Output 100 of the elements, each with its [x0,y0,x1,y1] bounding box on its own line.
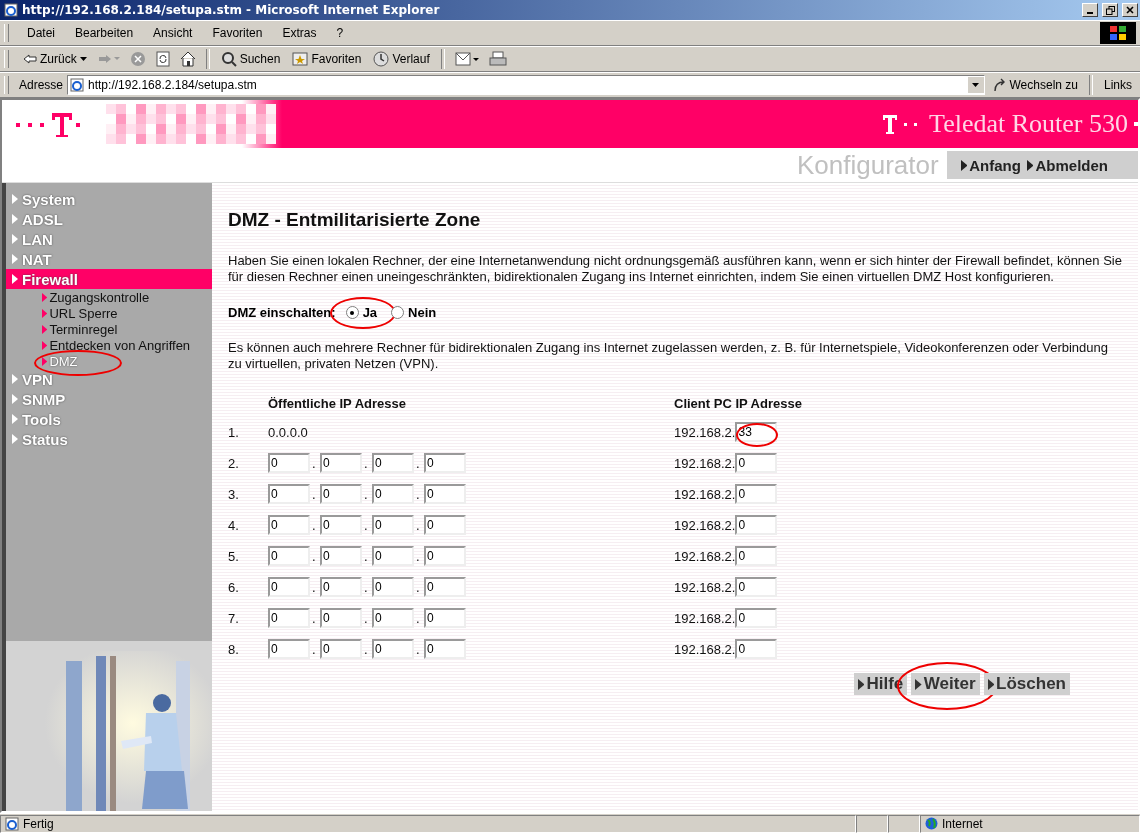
address-field[interactable]: http://192.168.2.184/setupa.stm [67,75,985,95]
close-button[interactable] [1122,3,1138,17]
separator-dot: . [416,486,421,502]
sidebar-subitem[interactable]: Entdecken von Angriffen [42,337,212,353]
ip-prefix: 192.168.2. [674,517,736,533]
separator-dot: . [416,610,421,626]
dropdown-button[interactable] [967,77,984,93]
curved-arrow-icon [992,78,1007,92]
minimize-button[interactable] [1082,3,1098,17]
input-field[interactable]: 0 [424,577,466,597]
separator-dot: . [416,517,421,533]
menu-item[interactable]: Bearbeiten [67,24,142,42]
note-text: Es können auch mehrere Rechner für bidirektionalen Zugang ins Internet zugelassen werden, z. B. für Internetspiele, Videokonferenzen oder Verbindung zu virtuellen, privaten Netzen (VPN). [228,340,1109,372]
row-number: 6. [228,579,240,595]
menu-item[interactable]: Datei [19,24,63,42]
forward-arrow-icon [97,54,120,64]
input-field[interactable]: 0 [268,484,310,504]
ip-prefix: 192.168.2. [674,579,736,595]
menu-item[interactable]: Extras [274,24,325,42]
menu-item[interactable]: Favoriten [204,24,271,42]
action-button[interactable]: Weiter [911,673,980,695]
sidebar-subitem[interactable]: Zugangskontrolle [42,289,212,305]
page-icon [5,816,19,831]
separator-dot: . [312,486,317,502]
input-field[interactable]: 0 [424,639,466,659]
input-field[interactable]: 0 [320,608,362,628]
input-field[interactable]: 0 [372,484,414,504]
separator-dot: . [364,517,369,533]
history-button[interactable]: Verlauf [369,49,434,69]
favorites-button[interactable]: Favoriten [288,50,366,68]
input-field[interactable]: 0 [735,639,778,659]
search-button[interactable]: Suchen [216,49,285,69]
input-field[interactable]: 0 [735,484,778,504]
input-field[interactable]: 0 [424,546,466,566]
row-number: 4. [228,517,240,533]
page-icon [4,3,18,17]
input-field[interactable]: 0 [372,639,414,659]
input-field[interactable]: 0 [372,453,414,473]
arrow-icon [1026,159,1034,171]
radio-option[interactable]: Nein [387,303,441,322]
sidebar-subitem[interactable]: URL Sperre [42,305,212,321]
ip-prefix: 192.168.2. [674,424,736,440]
nav-link[interactable]: Abmelden [1026,156,1108,174]
menu-item[interactable]: Ansicht [145,24,201,42]
go-button[interactable]: Wechseln zu [988,76,1082,94]
input-field[interactable]: 0 [268,453,310,473]
input-field[interactable]: 0 [268,515,310,535]
input-field[interactable]: 0 [320,484,362,504]
radio-option[interactable]: Ja [341,303,382,322]
input-field[interactable]: 0 [268,639,310,659]
input-field[interactable]: 0 [320,515,362,535]
input-field[interactable]: 0 [424,484,466,504]
menu-item[interactable]: ? [328,24,352,42]
arrow-icon [987,678,995,690]
input-field[interactable]: 0 [372,577,414,597]
input-field[interactable]: 0 [424,515,466,535]
ip-prefix: 192.168.2. [674,455,736,471]
input-field[interactable]: 0 [424,453,466,473]
input-field[interactable]: 0 [372,608,414,628]
separator-dot: . [364,610,369,626]
back-arrow-icon [23,54,37,64]
restore-button[interactable] [1102,3,1118,17]
action-button[interactable]: Löschen [983,673,1070,695]
input-field[interactable]: 0 [268,608,310,628]
sidebar-subitem[interactable]: Terminregel [42,321,212,337]
radio-icon[interactable] [345,306,359,319]
column-header: Client PC IP Adresse [674,396,803,411]
input-field[interactable]: 0 [320,639,362,659]
input-field[interactable]: 0 [372,546,414,566]
input-field[interactable]: 0 [735,515,778,535]
separator-dot: . [312,517,317,533]
window-title: http://192.168.2.184/setupa.stm - Microsoft Internet Explorer [22,3,441,17]
zone-indicator: Internet [920,814,1140,833]
radio-icon[interactable] [391,306,405,319]
back-button[interactable]: Zurück [19,50,91,68]
input-field[interactable]: 0 [372,515,414,535]
arrow-icon [915,678,922,690]
input-field[interactable]: 0 [735,577,778,597]
input-field[interactable]: 0 [735,608,778,628]
input-field[interactable]: 0 [320,546,362,566]
search-icon [220,51,237,67]
input-field[interactable]: 0 [735,453,778,473]
input-field[interactable]: 0 [424,608,466,628]
arrow-icon [857,678,865,690]
links-button[interactable]: Links [1100,76,1136,94]
printer-icon [488,51,507,67]
sidebar-item[interactable]: Firewall [6,269,212,289]
input-field[interactable]: 0 [268,577,310,597]
intro-text: Haben Sie einen lokalen Rechner, der eine Internetanwendung nicht ordnungsgemäß ausführen kann, wenn er sich hinter der Firewall befindet, können Sie für diesen Rechner einen uneingeschränkten, bidirektionalen Zugang ins Internet einrichten, indem Sie einen virtuellen DMZ Host konfigurieren. [228,253,1122,285]
nav-link[interactable]: Anfang [960,156,1021,174]
input-field[interactable]: 0 [320,453,362,473]
input-field[interactable]: 0 [268,546,310,566]
separator-dot: . [312,610,317,626]
restore-icon [1105,5,1115,15]
input-field[interactable]: 0 [320,577,362,597]
separator-dot: . [364,486,369,502]
page-icon [70,78,85,92]
row-number: 2. [228,455,240,471]
arrow-icon [960,159,968,171]
input-field[interactable]: 0 [735,546,778,566]
